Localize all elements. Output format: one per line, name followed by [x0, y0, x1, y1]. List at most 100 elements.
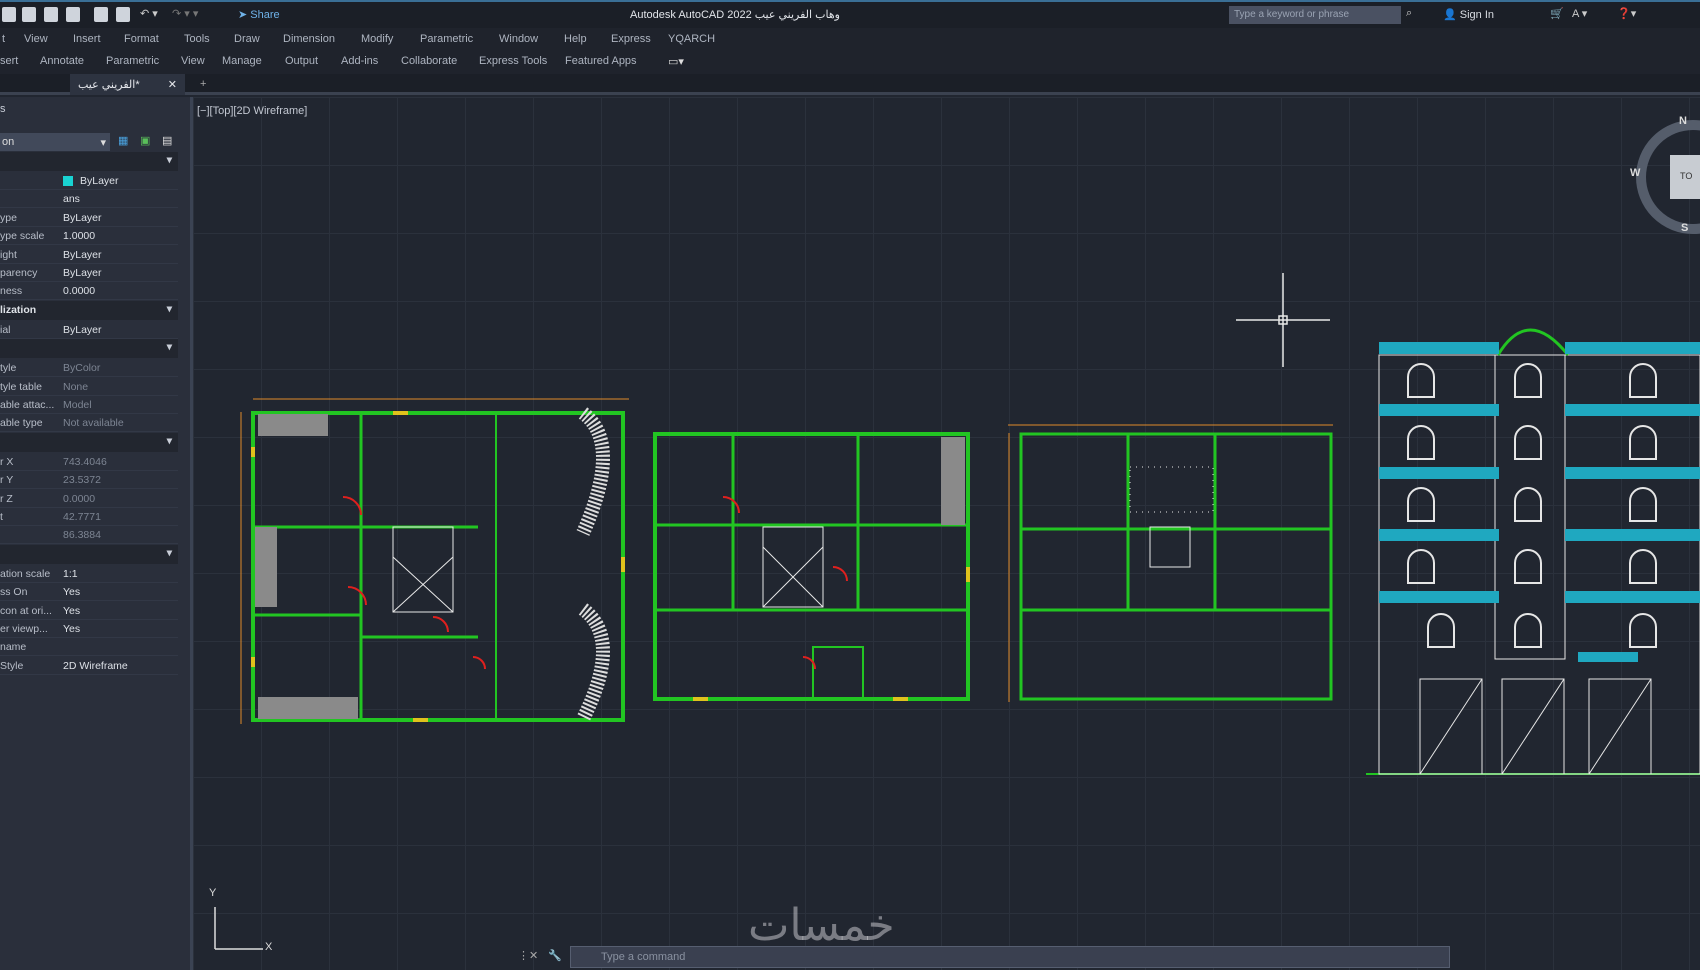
property-row[interactable]: 86.3884: [0, 526, 178, 545]
property-row[interactable]: ight ByLayer: [0, 246, 178, 264]
section-header[interactable]: [0, 544, 178, 564]
ribbon-tab-annotate[interactable]: Annotate: [40, 55, 84, 67]
property-row[interactable]: t 42.7771: [0, 508, 178, 526]
search-icon[interactable]: ⌕: [1406, 7, 1412, 20]
close-tab-icon[interactable]: ✕: [168, 78, 177, 91]
property-value[interactable]: 1:1: [63, 568, 78, 580]
open-icon[interactable]: [2, 7, 16, 22]
select-objects-icon[interactable]: ▣: [140, 134, 150, 147]
property-row[interactable]: Style 2D Wireframe: [0, 657, 178, 675]
property-row[interactable]: able attac... Model: [0, 396, 178, 414]
viewcube-top-face[interactable]: TO: [1680, 171, 1692, 181]
property-value[interactable]: Yes: [63, 623, 80, 635]
section-header[interactable]: [0, 432, 178, 452]
menu-item-view[interactable]: View: [24, 33, 48, 45]
property-row[interactable]: r Z 0.0000: [0, 490, 178, 508]
ribbon-toggle-icon[interactable]: ▭▾: [668, 55, 684, 68]
sign-in-button[interactable]: 👤 Sign In: [1443, 8, 1494, 21]
property-value[interactable]: 23.5372: [63, 474, 101, 486]
menu-item-express[interactable]: Express: [611, 33, 651, 45]
ribbon-tab-express-tools[interactable]: Express Tools: [479, 55, 547, 67]
property-value[interactable]: ByLayer: [63, 249, 102, 261]
menu-item-modify[interactable]: Modify: [361, 33, 393, 45]
plot-icon[interactable]: [66, 7, 80, 22]
property-value[interactable]: 0.0000: [63, 493, 95, 505]
menu-item-insert[interactable]: Insert: [73, 33, 101, 45]
property-row[interactable]: ial ByLayer: [0, 321, 178, 339]
property-row[interactable]: tyle table None: [0, 378, 178, 396]
property-value[interactable]: Yes: [63, 586, 80, 598]
property-value[interactable]: ByLayer: [63, 324, 102, 336]
property-value[interactable]: 1.0000: [63, 230, 95, 242]
menu-item-format[interactable]: Format: [124, 33, 159, 45]
new-tab-button[interactable]: +: [200, 78, 206, 90]
property-row[interactable]: parency ByLayer: [0, 264, 178, 282]
property-row[interactable]: ans: [0, 190, 178, 209]
command-input[interactable]: Type a command: [570, 946, 1450, 968]
property-value[interactable]: 86.3884: [63, 529, 101, 541]
property-row[interactable]: tyle ByColor: [0, 359, 178, 378]
section-header[interactable]: lization: [0, 300, 178, 320]
menu-item-draw[interactable]: Draw: [234, 33, 260, 45]
viewcube-south[interactable]: S: [1681, 222, 1688, 234]
drawing-viewport[interactable]: [−][Top][2D Wireframe] N W S TO Y X: [193, 97, 1700, 970]
cart-icon[interactable]: 🛒: [1550, 7, 1564, 20]
menu-item-yqarch[interactable]: YQARCH: [668, 33, 715, 45]
print-icon[interactable]: [116, 7, 130, 22]
ribbon-tab-add-ins[interactable]: Add-ins: [341, 55, 378, 67]
redo-icon[interactable]: ↷ ▾ ▾: [172, 7, 198, 20]
property-row[interactable]: r Y 23.5372: [0, 471, 178, 490]
menu-item-window[interactable]: Window: [499, 33, 538, 45]
property-row[interactable]: ness 0.0000: [0, 282, 178, 301]
property-row[interactable]: con at ori... Yes: [0, 602, 178, 620]
ribbon-tab-featured-apps[interactable]: Featured Apps: [565, 55, 637, 67]
property-value[interactable]: ByLayer: [80, 175, 119, 187]
property-row[interactable]: ype ByLayer: [0, 209, 178, 227]
property-row[interactable]: r X 743.4046: [0, 453, 178, 471]
ribbon-tab-manage[interactable]: Manage: [222, 55, 262, 67]
property-value[interactable]: ByLayer: [63, 267, 102, 279]
property-value[interactable]: ByColor: [63, 362, 100, 374]
ribbon-tab-parametric[interactable]: Parametric: [106, 55, 159, 67]
save-as-icon[interactable]: [44, 7, 58, 22]
property-row[interactable]: er viewp... Yes: [0, 620, 178, 638]
property-row[interactable]: ByLayer: [0, 172, 178, 190]
property-value[interactable]: ByLayer: [63, 212, 102, 224]
share-button[interactable]: ➤ Share: [238, 8, 280, 21]
autodesk-a360-icon[interactable]: A ▾: [1572, 7, 1587, 20]
property-row[interactable]: ation scale 1:1: [0, 565, 178, 583]
ribbon-tab-output[interactable]: Output: [285, 55, 318, 67]
publish-icon[interactable]: [94, 7, 108, 22]
menu-item[interactable]: t: [2, 33, 5, 45]
property-value[interactable]: ans: [63, 193, 80, 205]
section-header[interactable]: [0, 152, 178, 171]
viewcube-west[interactable]: W: [1630, 167, 1640, 179]
property-value[interactable]: 42.7771: [63, 511, 101, 523]
property-value[interactable]: Model: [63, 399, 92, 411]
property-row[interactable]: able type Not available: [0, 414, 178, 433]
toggle-pickadd-icon[interactable]: ▦: [118, 134, 128, 147]
property-row[interactable]: ss On Yes: [0, 583, 178, 602]
property-row[interactable]: name: [0, 638, 178, 657]
menu-item-help[interactable]: Help: [564, 33, 587, 45]
command-line-close-icon[interactable]: ⋮✕: [518, 949, 538, 962]
property-value[interactable]: Yes: [63, 605, 80, 617]
help-icon[interactable]: ❓▾: [1617, 7, 1636, 20]
menu-item-dimension[interactable]: Dimension: [283, 33, 335, 45]
property-row[interactable]: ype scale 1.0000: [0, 227, 178, 246]
ribbon-tab-collaborate[interactable]: Collaborate: [401, 55, 457, 67]
menu-item-parametric[interactable]: Parametric: [420, 33, 473, 45]
menu-item-tools[interactable]: Tools: [184, 33, 210, 45]
ribbon-tab-view[interactable]: View: [181, 55, 205, 67]
file-tab[interactable]: الفريني عيب* ✕: [70, 74, 185, 95]
search-input[interactable]: Type a keyword or phrase: [1229, 6, 1401, 24]
customize-icon[interactable]: 🔧: [548, 949, 562, 962]
object-selector-dropdown[interactable]: on ▾: [0, 133, 110, 151]
section-header[interactable]: [0, 339, 178, 359]
ribbon-tab-insert[interactable]: sert: [0, 55, 18, 67]
undo-icon[interactable]: ↶ ▾: [140, 7, 158, 20]
property-value[interactable]: 0.0000: [63, 285, 95, 297]
viewcube-north[interactable]: N: [1679, 115, 1687, 127]
property-value[interactable]: None: [63, 381, 88, 393]
save-icon[interactable]: [22, 7, 36, 22]
